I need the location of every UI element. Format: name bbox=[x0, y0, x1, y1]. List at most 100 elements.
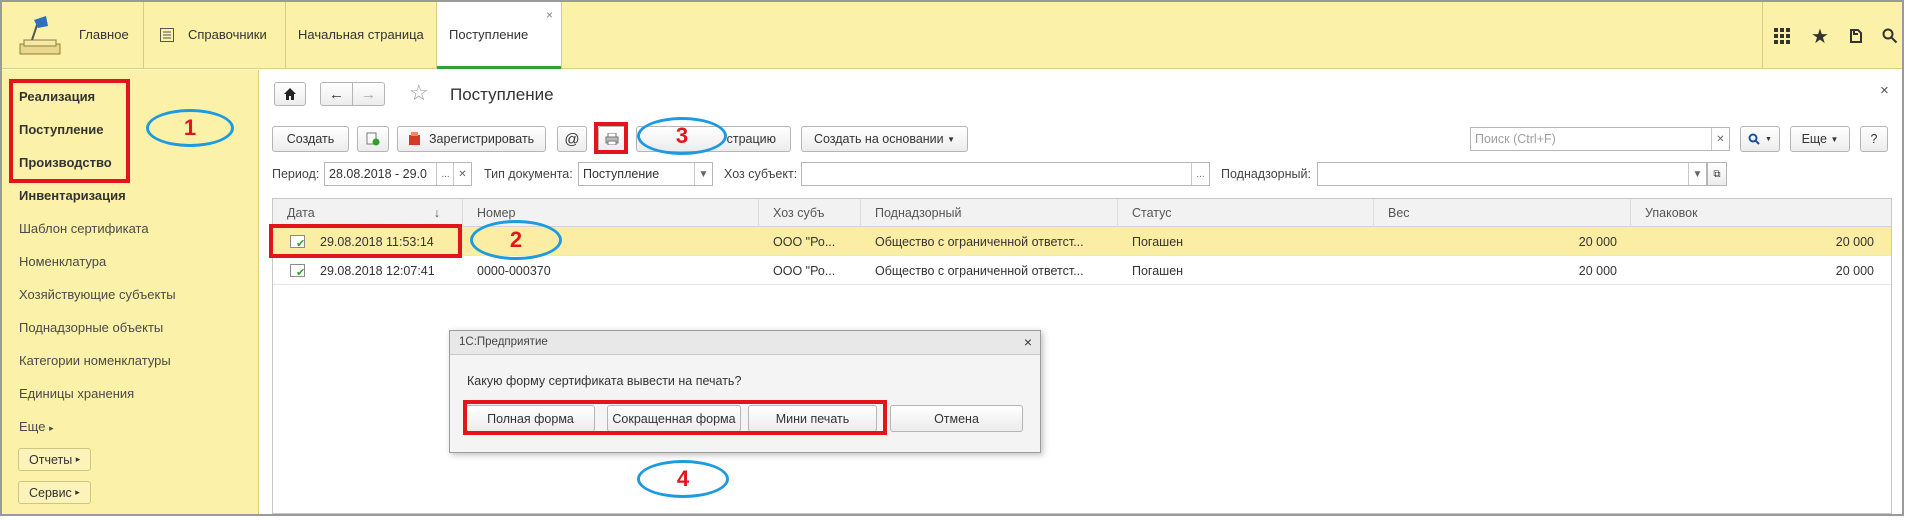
cell-weight: 20 000 bbox=[1578, 234, 1617, 249]
dialog-title-bar: 1С:Предприятие × bbox=[450, 331, 1040, 355]
dialog-close-icon[interactable]: × bbox=[1024, 334, 1032, 350]
doc-type-label: Тип документа: bbox=[484, 167, 573, 181]
dropdown-arrow-icon[interactable]: ▼ bbox=[694, 163, 712, 185]
copy-add-icon bbox=[366, 132, 380, 146]
star-icon[interactable]: ★ bbox=[1808, 24, 1832, 48]
cell-supervised: Общество с ограниченной ответст... bbox=[875, 234, 1084, 249]
period-select-button[interactable]: ... bbox=[436, 163, 454, 185]
home-button[interactable] bbox=[274, 82, 306, 106]
period-label: Период: bbox=[272, 167, 320, 181]
logo-icon bbox=[16, 14, 64, 58]
back-button[interactable]: ← bbox=[320, 82, 353, 106]
catalogs-section[interactable]: Справочники bbox=[144, 2, 284, 69]
dropdown-arrow-icon[interactable]: ▼ bbox=[1688, 163, 1706, 185]
history-icon[interactable] bbox=[1844, 24, 1868, 48]
register-icon bbox=[409, 132, 420, 145]
cell-subject: ООО "Ро... bbox=[773, 263, 836, 278]
subject-label: Хоз субъект: bbox=[724, 167, 798, 181]
period-clear-icon[interactable]: ✕ bbox=[453, 163, 471, 185]
tab-receipt-label: Поступление bbox=[449, 27, 529, 42]
register-button[interactable]: Зарегистрировать bbox=[397, 126, 546, 152]
reports-button[interactable]: Отчеты ▸ bbox=[18, 448, 92, 471]
search-icon[interactable] bbox=[1878, 24, 1902, 48]
cell-date: 29.08.2018 12:07:41 bbox=[320, 263, 435, 278]
sidebar-item-inventory[interactable]: Инвентаризация bbox=[19, 188, 126, 203]
dialog-title: 1С:Предприятие bbox=[459, 336, 548, 348]
annotation-box-selected-row bbox=[269, 224, 462, 258]
cell-number: 0000-000370 bbox=[477, 263, 551, 278]
caret-right-icon: ▸ bbox=[75, 487, 80, 497]
tab-receipt[interactable]: Поступление × bbox=[437, 2, 561, 69]
table-row[interactable]: 29.08.2018 12:07:41 0000-000370 ООО "Ро.… bbox=[273, 256, 1891, 285]
annotation-box-print bbox=[594, 122, 628, 154]
sidebar-item-supervised-objects[interactable]: Поднадзорные объекты bbox=[19, 320, 163, 335]
annotation-box-sidebar bbox=[9, 79, 130, 183]
sidebar-item-more[interactable]: Еще ▸ bbox=[19, 419, 54, 434]
open-supervised-button[interactable]: ⧉ bbox=[1707, 162, 1727, 186]
dropdown-arrow-icon: ▼ bbox=[947, 134, 956, 144]
tab-close-icon[interactable]: × bbox=[546, 8, 553, 22]
cell-packages: 20 000 bbox=[1835, 234, 1874, 249]
search-input[interactable]: Поиск (Ctrl+F) ✕ bbox=[1470, 127, 1730, 151]
subject-field[interactable]: ... bbox=[801, 162, 1210, 186]
sidebar-item-storage-units[interactable]: Единицы хранения bbox=[19, 386, 134, 401]
tab-start-page[interactable]: Начальная страница bbox=[286, 2, 436, 69]
search-clear-icon[interactable]: ✕ bbox=[1711, 128, 1729, 150]
column-header-date[interactable]: Дата ↓ bbox=[273, 199, 463, 227]
favorite-star-icon[interactable]: ☆ bbox=[409, 80, 429, 106]
tab-start-label: Начальная страница bbox=[298, 27, 424, 42]
help-button[interactable]: ? bbox=[1860, 126, 1888, 152]
annotation-marker-2: 2 bbox=[470, 220, 562, 260]
home-label: Главное bbox=[79, 27, 129, 42]
sidebar-item-nomenclature-categories[interactable]: Категории номенклатуры bbox=[19, 353, 171, 368]
open-icon: ⧉ bbox=[1713, 168, 1721, 180]
annotation-marker-3: 3 bbox=[637, 117, 727, 155]
document-posted-icon bbox=[290, 264, 305, 279]
cell-status: Погашен bbox=[1132, 263, 1184, 278]
more-button[interactable]: Еще ▼ bbox=[1790, 126, 1850, 152]
create-based-on-button[interactable]: Создать на основании ▼ bbox=[801, 126, 968, 152]
cell-status: Погашен bbox=[1132, 234, 1184, 249]
column-header-status[interactable]: Статус bbox=[1118, 199, 1374, 227]
sidebar-item-nomenclature[interactable]: Номенклатура bbox=[19, 254, 106, 269]
form-title: Поступление bbox=[450, 85, 554, 104]
cancel-button[interactable]: Отмена bbox=[890, 405, 1023, 432]
cell-weight: 20 000 bbox=[1578, 263, 1617, 278]
caret-right-icon: ▸ bbox=[49, 423, 54, 433]
supervised-field[interactable]: ▼ bbox=[1317, 162, 1707, 186]
cell-packages: 20 000 bbox=[1835, 263, 1874, 278]
dialog-question: Какую форму сертификата вывести на печат… bbox=[467, 374, 742, 388]
annotation-marker-1: 1 bbox=[146, 109, 234, 147]
sort-arrow-icon: ↓ bbox=[433, 206, 440, 220]
supervised-label: Поднадзорный: bbox=[1221, 167, 1311, 181]
dropdown-arrow-icon: ▼ bbox=[1765, 135, 1772, 143]
cell-supervised: Общество с ограниченной ответст... bbox=[875, 263, 1084, 278]
doc-type-select[interactable]: Поступление ▼ bbox=[578, 162, 713, 186]
forward-button[interactable]: → bbox=[352, 82, 385, 106]
annotation-box-dialog-buttons bbox=[463, 400, 887, 435]
sidebar-item-certificate-template[interactable]: Шаблон сертификата bbox=[19, 221, 149, 236]
top-bar: Главное Справочники Начальная страница П… bbox=[2, 2, 1902, 69]
grid-icon[interactable] bbox=[1770, 24, 1794, 48]
cell-subject: ООО "Ро... bbox=[773, 234, 836, 249]
email-button[interactable]: @ bbox=[557, 126, 587, 152]
search-options-button[interactable]: ▼ bbox=[1740, 126, 1780, 152]
service-button[interactable]: Сервис ▸ bbox=[18, 481, 91, 504]
column-header-subject[interactable]: Хоз субъ bbox=[759, 199, 861, 227]
column-header-weight[interactable]: Вес bbox=[1374, 199, 1631, 227]
subject-select-button[interactable]: ... bbox=[1191, 163, 1209, 185]
create-button[interactable]: Создать bbox=[272, 126, 349, 152]
column-header-supervised[interactable]: Поднадзорный bbox=[861, 199, 1118, 227]
caret-right-icon: ▸ bbox=[75, 454, 81, 464]
arrow-right-icon: → bbox=[361, 85, 376, 103]
home-icon bbox=[284, 88, 296, 100]
dropdown-arrow-icon: ▼ bbox=[1830, 134, 1839, 144]
sidebar-item-business-entities[interactable]: Хозяйствующие субъекты bbox=[19, 287, 176, 302]
column-header-packages[interactable]: Упаковок bbox=[1631, 199, 1893, 227]
home-section[interactable]: Главное bbox=[2, 2, 142, 69]
form-close-icon[interactable]: × bbox=[1880, 82, 1889, 99]
copy-button[interactable] bbox=[357, 126, 389, 152]
arrow-left-icon: ← bbox=[329, 85, 344, 103]
period-field[interactable]: 28.08.2018 - 29.0 ... ✕ bbox=[324, 162, 472, 186]
search-icon bbox=[1748, 133, 1760, 145]
